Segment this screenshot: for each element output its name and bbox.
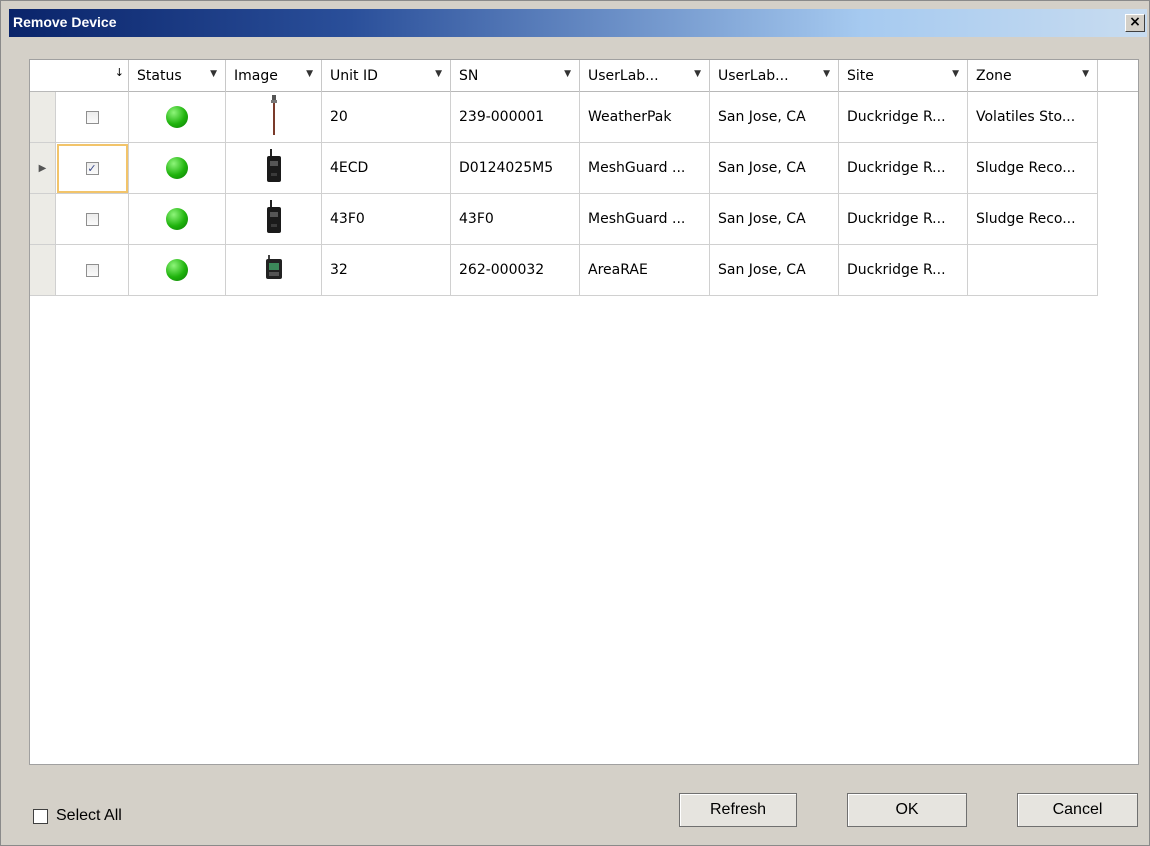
device-grid: ↓ Status ▼ Image ▼ Unit ID ▼ SN ▼ UserLa… bbox=[29, 59, 1139, 765]
image-cell bbox=[226, 143, 322, 194]
row-checkbox[interactable]: ✓ bbox=[85, 161, 99, 175]
userlabel-2-cell[interactable]: San Jose, CA bbox=[710, 194, 839, 245]
zone-cell[interactable]: Volatiles Sto... bbox=[968, 92, 1098, 143]
unit-id-cell[interactable]: 43F0 bbox=[322, 194, 451, 245]
status-cell bbox=[129, 245, 226, 296]
row-indicator[interactable] bbox=[30, 245, 56, 296]
table-row[interactable]: 20 239-000001 WeatherPak San Jose, CA Duckri… bbox=[30, 92, 1098, 143]
column-label: Zone bbox=[976, 68, 1012, 84]
window-title: Remove Device bbox=[13, 14, 117, 30]
select-all-box[interactable] bbox=[33, 808, 48, 824]
arearae-device-icon bbox=[265, 255, 283, 285]
cancel-button[interactable]: Cancel bbox=[1017, 793, 1138, 827]
sn-cell[interactable]: 239-000001 bbox=[451, 92, 580, 143]
site-cell[interactable]: Duckridge R... bbox=[839, 92, 968, 143]
filter-dropdown-icon[interactable]: ▼ bbox=[694, 69, 701, 79]
row-select-cell[interactable] bbox=[56, 194, 129, 245]
site-cell[interactable]: Duckridge R... bbox=[839, 245, 968, 296]
close-button[interactable]: × bbox=[1125, 14, 1145, 32]
sn-cell[interactable]: D0124025M5 bbox=[451, 143, 580, 194]
sn-cell[interactable]: 43F0 bbox=[451, 194, 580, 245]
column-header-unit-id[interactable]: Unit ID ▼ bbox=[322, 60, 451, 92]
row-indicator[interactable]: ▶ bbox=[30, 143, 56, 194]
row-indicator[interactable] bbox=[30, 194, 56, 245]
site-cell[interactable]: Duckridge R... bbox=[839, 194, 968, 245]
column-header-userlabel-2[interactable]: UserLab... ▼ bbox=[710, 60, 839, 92]
filter-dropdown-icon[interactable]: ▼ bbox=[952, 69, 959, 79]
select-all-checkbox[interactable]: Select All bbox=[33, 807, 122, 825]
filter-dropdown-icon[interactable]: ▼ bbox=[435, 69, 442, 79]
column-header-site[interactable]: Site ▼ bbox=[839, 60, 968, 92]
grid-header: ↓ Status ▼ Image ▼ Unit ID ▼ SN ▼ UserLa… bbox=[30, 60, 1138, 92]
column-header-sn[interactable]: SN ▼ bbox=[451, 60, 580, 92]
current-row-arrow-icon: ▶ bbox=[38, 162, 47, 174]
status-led-icon bbox=[166, 259, 188, 281]
refresh-button[interactable]: Refresh bbox=[679, 793, 797, 827]
row-indicator[interactable] bbox=[30, 92, 56, 143]
sort-desc-icon: ↓ bbox=[114, 66, 124, 79]
userlabel-1-cell[interactable]: MeshGuard ... bbox=[580, 194, 710, 245]
status-led-icon bbox=[166, 208, 188, 230]
column-header-select[interactable]: ↓ bbox=[56, 60, 129, 92]
filter-dropdown-icon[interactable]: ▼ bbox=[564, 69, 571, 79]
status-led-icon bbox=[166, 106, 188, 128]
unit-id-cell[interactable]: 32 bbox=[322, 245, 451, 296]
row-checkbox[interactable] bbox=[85, 212, 99, 226]
filter-dropdown-icon[interactable]: ▼ bbox=[210, 69, 217, 79]
column-label: UserLab... bbox=[588, 68, 659, 84]
column-label: Site bbox=[847, 68, 874, 84]
userlabel-1-cell[interactable]: MeshGuard ... bbox=[580, 143, 710, 194]
row-checkbox[interactable] bbox=[85, 110, 99, 124]
row-select-cell[interactable] bbox=[56, 92, 129, 143]
filter-dropdown-icon[interactable]: ▼ bbox=[823, 69, 830, 79]
userlabel-2-cell[interactable]: San Jose, CA bbox=[710, 143, 839, 194]
status-cell bbox=[129, 143, 226, 194]
column-header-image[interactable]: Image ▼ bbox=[226, 60, 322, 92]
meshguard-device-icon bbox=[266, 200, 282, 238]
column-header-userlabel-1[interactable]: UserLab... ▼ bbox=[580, 60, 710, 92]
column-label: UserLab... bbox=[718, 68, 789, 84]
sn-cell[interactable]: 262-000032 bbox=[451, 245, 580, 296]
ok-button[interactable]: OK bbox=[847, 793, 967, 827]
column-header-status[interactable]: Status ▼ bbox=[129, 60, 226, 92]
remove-device-dialog: Remove Device × ↓ Status ▼ Image ▼ Unit … bbox=[0, 0, 1150, 846]
image-cell bbox=[226, 194, 322, 245]
row-select-cell[interactable] bbox=[56, 245, 129, 296]
table-row[interactable]: 43F0 43F0 MeshGuard ... San Jose, CA Duckrid… bbox=[30, 194, 1098, 245]
zone-cell[interactable] bbox=[968, 245, 1098, 296]
zone-cell[interactable]: Sludge Reco... bbox=[968, 194, 1098, 245]
unit-id-cell[interactable]: 4ECD bbox=[322, 143, 451, 194]
status-cell bbox=[129, 194, 226, 245]
column-label: SN bbox=[459, 68, 479, 84]
userlabel-2-cell[interactable]: San Jose, CA bbox=[710, 92, 839, 143]
status-cell bbox=[129, 92, 226, 143]
site-cell[interactable]: Duckridge R... bbox=[839, 143, 968, 194]
filter-dropdown-icon[interactable]: ▼ bbox=[1082, 69, 1089, 79]
title-bar: Remove Device × bbox=[9, 9, 1147, 37]
table-row[interactable]: 32 262-000032 AreaRAE San Jose, CA Duckridge… bbox=[30, 245, 1098, 296]
meshguard-device-icon bbox=[266, 149, 282, 187]
status-led-icon bbox=[166, 157, 188, 179]
table-row[interactable]: ▶ ✓ 4ECD D0124025M5 MeshGuard ... San Jose, C… bbox=[30, 143, 1098, 194]
column-label: Status bbox=[137, 68, 182, 84]
filter-dropdown-icon[interactable]: ▼ bbox=[306, 69, 313, 79]
column-label: Unit ID bbox=[330, 68, 378, 84]
row-indicator-header bbox=[30, 60, 56, 92]
userlabel-1-cell[interactable]: AreaRAE bbox=[580, 245, 710, 296]
weatherpak-device-icon bbox=[268, 95, 280, 139]
unit-id-cell[interactable]: 20 bbox=[322, 92, 451, 143]
image-cell bbox=[226, 92, 322, 143]
image-cell bbox=[226, 245, 322, 296]
column-header-zone[interactable]: Zone ▼ bbox=[968, 60, 1098, 92]
row-select-cell[interactable]: ✓ bbox=[56, 143, 129, 194]
userlabel-2-cell[interactable]: San Jose, CA bbox=[710, 245, 839, 296]
userlabel-1-cell[interactable]: WeatherPak bbox=[580, 92, 710, 143]
zone-cell[interactable]: Sludge Reco... bbox=[968, 143, 1098, 194]
column-label: Image bbox=[234, 68, 278, 84]
select-all-label: Select All bbox=[56, 807, 122, 824]
row-checkbox[interactable] bbox=[85, 263, 99, 277]
